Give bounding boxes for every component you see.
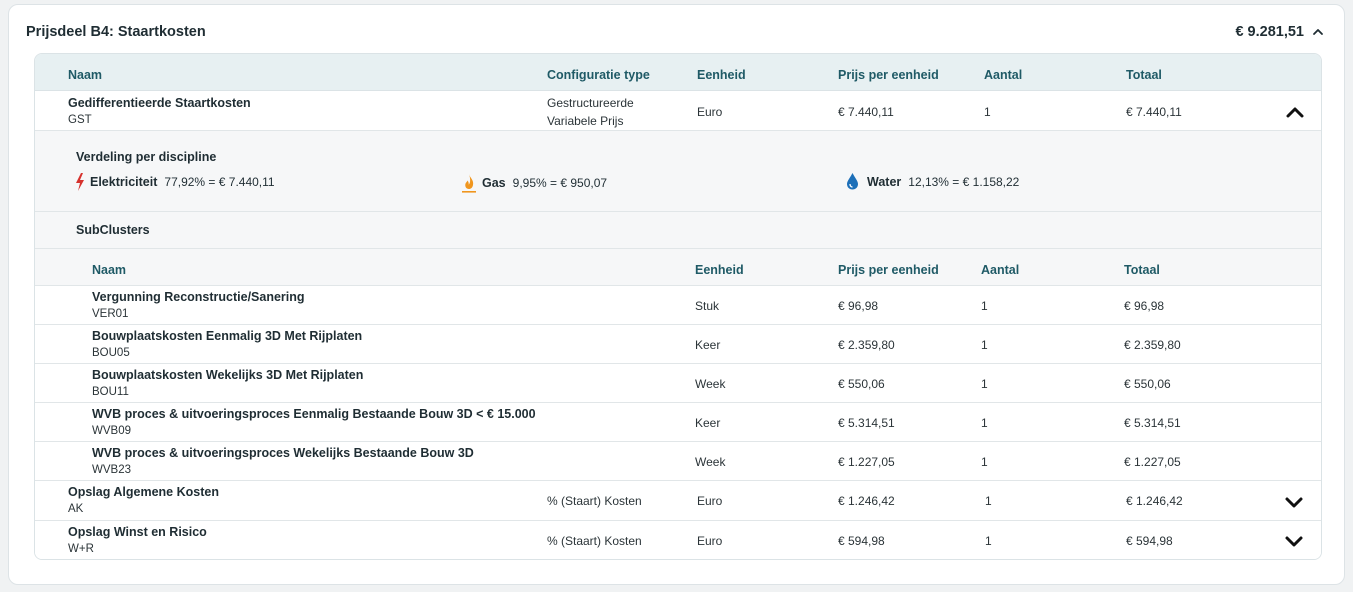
row-config-line2: Variabele Prijs — [547, 114, 624, 128]
row-code: GST — [68, 114, 92, 126]
table-header: Naam Configuratie type Eenheid Prijs per… — [35, 54, 1321, 91]
row-totaal: € 5.314,51 — [1124, 416, 1181, 430]
chevron-up-icon[interactable] — [1285, 105, 1305, 119]
chevron-up-icon[interactable] — [1312, 26, 1324, 38]
row-prijs: € 96,98 — [838, 299, 879, 313]
sub-col-aantal: Aantal — [981, 263, 1020, 277]
row-code: W+R — [68, 543, 94, 555]
row-eenheid: Euro — [697, 534, 723, 548]
flame-icon — [462, 174, 476, 193]
row-aantal: 1 — [981, 455, 988, 469]
row-aantal: 1 — [981, 416, 988, 430]
table-row[interactable]: WVB proces & uitvoeringsproces Eenmalig … — [35, 403, 1321, 442]
row-totaal: € 7.440,11 — [1126, 105, 1182, 119]
section-title: Prijsdeel B4: Staartkosten — [26, 24, 206, 40]
row-aantal: 1 — [984, 105, 991, 119]
row-prijs: € 1.227,05 — [838, 455, 895, 469]
discipline-value: 77,92% = € 7.440,11 — [164, 175, 275, 189]
sub-col-prijs: Prijs per eenheid — [838, 263, 939, 277]
table-row-gst[interactable]: Gedifferentieerde Staartkosten GST Gestr… — [35, 91, 1321, 131]
table-row-ak[interactable]: Opslag Algemene Kosten AK % (Staart) Kos… — [35, 481, 1321, 521]
row-name: Bouwplaatskosten Eenmalig 3D Met Rijplat… — [92, 329, 363, 343]
row-config-line1: Gestructureerde — [547, 96, 634, 110]
table-row[interactable]: Bouwplaatskosten Eenmalig 3D Met Rijplat… — [35, 325, 1321, 364]
table-row-wr[interactable]: Opslag Winst en Risico W+R % (Staart) Ko… — [35, 521, 1321, 559]
table-row[interactable]: Vergunning Reconstructie/Sanering VER01 … — [35, 286, 1321, 325]
row-prijs: € 550,06 — [838, 377, 885, 391]
row-eenheid: Keer — [695, 338, 721, 352]
row-name: WVB proces & uitvoeringsproces Eenmalig … — [92, 407, 536, 421]
subclusters-title: SubClusters — [76, 223, 150, 237]
row-code: VER01 — [92, 308, 129, 320]
sub-col-eenheid: Eenheid — [695, 263, 744, 277]
row-aantal: 1 — [985, 534, 992, 548]
row-eenheid: Week — [695, 455, 726, 469]
price-section-card: Prijsdeel B4: Staartkosten € 9.281,51 Na… — [8, 4, 1345, 585]
col-aantal: Aantal — [984, 68, 1023, 82]
row-prijs: € 7.440,11 — [838, 105, 894, 119]
chevron-down-icon[interactable] — [1284, 534, 1304, 548]
row-name: WVB proces & uitvoeringsproces Wekelijks… — [92, 446, 474, 460]
discipline-label: Gas — [482, 176, 506, 190]
sub-col-totaal: Totaal — [1124, 263, 1160, 277]
row-code: BOU11 — [92, 386, 129, 398]
discipline-gas: Gas 9,95% = € 950,07 — [461, 173, 607, 193]
discipline-value: 9,95% = € 950,07 — [512, 176, 608, 190]
sub-col-naam: Naam — [92, 263, 127, 277]
discipline-water: Water 12,13% = € 1.158,22 — [846, 173, 1019, 190]
row-prijs: € 2.359,80 — [838, 338, 895, 352]
row-code: WVB23 — [92, 464, 131, 476]
row-totaal: € 2.359,80 — [1124, 338, 1181, 352]
distribution-panel: Verdeling per discipline Elektriciteit 7… — [35, 131, 1321, 212]
row-eenheid: Euro — [697, 494, 723, 508]
card-header[interactable]: Prijsdeel B4: Staartkosten € 9.281,51 — [26, 22, 1324, 42]
row-config: % (Staart) Kosten — [547, 494, 642, 508]
distribution-title: Verdeling per discipline — [76, 150, 217, 164]
row-aantal: 1 — [981, 299, 988, 313]
row-name: Bouwplaatskosten Wekelijks 3D Met Rijpla… — [92, 368, 364, 382]
row-totaal: € 1.246,42 — [1126, 494, 1183, 508]
table-row[interactable]: WVB proces & uitvoeringsproces Wekelijks… — [35, 442, 1321, 481]
discipline-label: Water — [867, 174, 902, 189]
row-name: Opslag Winst en Risico — [68, 525, 207, 539]
row-totaal: € 96,98 — [1124, 299, 1165, 313]
lightning-icon — [76, 173, 84, 191]
water-drop-icon — [847, 173, 858, 190]
row-totaal: € 550,06 — [1124, 377, 1171, 391]
cost-table: Naam Configuratie type Eenheid Prijs per… — [34, 53, 1322, 560]
row-aantal: 1 — [981, 338, 988, 352]
row-code: WVB09 — [92, 425, 131, 437]
row-eenheid: Euro — [697, 105, 723, 119]
subclusters-title-row: SubClusters — [35, 212, 1321, 249]
subclusters-header: Naam Eenheid Prijs per eenheid Aantal To… — [35, 249, 1321, 286]
col-config: Configuratie type — [547, 68, 650, 82]
discipline-label: Elektriciteit — [90, 175, 158, 189]
row-name: Gedifferentieerde Staartkosten — [68, 96, 251, 110]
row-totaal: € 594,98 — [1126, 534, 1173, 548]
col-prijs: Prijs per eenheid — [838, 68, 939, 82]
row-name: Opslag Algemene Kosten — [68, 485, 219, 499]
row-aantal: 1 — [985, 494, 992, 508]
section-total-value: € 9.281,51 — [1235, 24, 1304, 40]
col-eenheid: Eenheid — [697, 68, 746, 82]
row-code: AK — [68, 503, 84, 515]
row-prijs: € 1.246,42 — [838, 494, 895, 508]
discipline-elektriciteit: Elektriciteit 77,92% = € 7.440,11 — [75, 173, 275, 191]
row-prijs: € 594,98 — [838, 534, 885, 548]
discipline-value: 12,13% = € 1.158,22 — [908, 174, 1020, 189]
row-eenheid: Keer — [695, 416, 721, 430]
row-aantal: 1 — [981, 377, 988, 391]
row-eenheid: Week — [695, 377, 726, 391]
row-totaal: € 1.227,05 — [1124, 455, 1181, 469]
row-eenheid: Stuk — [695, 299, 720, 313]
section-total[interactable]: € 9.281,51 — [1235, 24, 1324, 40]
row-config: % (Staart) Kosten — [547, 534, 642, 548]
col-totaal: Totaal — [1126, 68, 1162, 82]
row-prijs: € 5.314,51 — [838, 416, 895, 430]
col-naam: Naam — [68, 68, 103, 82]
table-row[interactable]: Bouwplaatskosten Wekelijks 3D Met Rijpla… — [35, 364, 1321, 403]
row-code: BOU05 — [92, 347, 130, 359]
row-name: Vergunning Reconstructie/Sanering — [92, 290, 305, 304]
chevron-down-icon[interactable] — [1284, 495, 1304, 509]
